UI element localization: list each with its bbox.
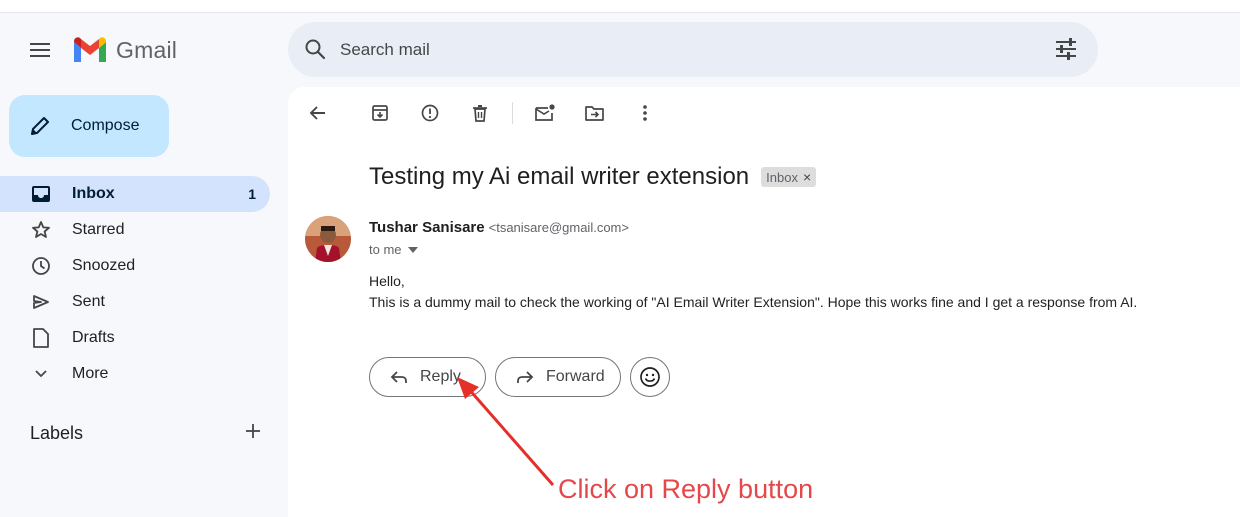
sidebar-item-drafts[interactable]: Drafts	[0, 320, 270, 356]
star-icon	[30, 219, 52, 241]
recipient-label: to me	[369, 242, 402, 257]
inbox-icon	[30, 183, 52, 205]
sidebar-item-sent[interactable]: Sent	[0, 284, 270, 320]
send-icon	[30, 291, 52, 313]
sidebar-item-label: Drafts	[72, 329, 115, 346]
archive-icon[interactable]	[368, 101, 392, 125]
sender-name[interactable]: Tushar Sanisare	[369, 219, 485, 236]
annotation-arrow-icon	[457, 377, 555, 486]
labels-title: Labels	[30, 423, 84, 443]
pencil-icon	[31, 117, 49, 135]
badge-label: Inbox	[766, 169, 798, 185]
sidebar-item-snoozed[interactable]: Snoozed	[0, 248, 270, 284]
unread-count: 1	[248, 186, 256, 202]
gmail-m-icon	[74, 37, 106, 62]
mark-unread-icon[interactable]	[533, 101, 557, 125]
sender-info: Tushar Sanisare <tsanisare@gmail.com>	[369, 219, 629, 236]
sidebar-item-label: Inbox	[72, 185, 115, 202]
search-input[interactable]	[338, 35, 1022, 65]
remove-label-icon[interactable]: ×	[803, 169, 811, 185]
search-icon[interactable]	[304, 38, 326, 65]
gmail-wordmark: Gmail	[116, 36, 178, 63]
sidebar-item-label: Starred	[72, 221, 125, 238]
chevron-down-icon	[30, 363, 52, 385]
smiley-icon	[640, 367, 660, 387]
caret-down-icon	[407, 246, 418, 253]
sidebar-item-inbox[interactable]: Inbox 1	[0, 176, 270, 212]
inbox-label-badge[interactable]: Inbox ×	[761, 167, 817, 187]
emoji-reaction-button[interactable]	[630, 357, 670, 397]
move-to-folder-icon[interactable]	[583, 101, 607, 125]
clock-icon	[30, 255, 52, 277]
sidebar-item-label: More	[72, 365, 109, 382]
draft-icon	[30, 327, 52, 349]
sender-email: <tsanisare@gmail.com>	[488, 220, 629, 235]
sidebar-item-starred[interactable]: Starred	[0, 212, 270, 248]
report-spam-icon[interactable]	[418, 101, 442, 125]
add-label-icon[interactable]	[244, 422, 262, 445]
recipient-details-toggle[interactable]: to me	[369, 242, 418, 257]
sidebar-item-label: Sent	[72, 293, 105, 310]
email-subject: Testing my Ai email writer extension	[369, 163, 750, 190]
toolbar-divider	[512, 102, 513, 124]
window-top-strip	[0, 0, 1240, 13]
sidebar-item-more[interactable]: More	[0, 356, 270, 392]
main-menu-icon[interactable]	[26, 36, 54, 64]
email-body-text: This is a dummy mail to check the workin…	[369, 294, 1138, 310]
message-panel: Testing my Ai email writer extension Inb…	[288, 87, 1240, 517]
search-options-icon[interactable]	[1054, 37, 1078, 66]
labels-section-header: Labels	[30, 422, 262, 445]
message-toolbar	[306, 101, 657, 125]
search-bar[interactable]	[288, 22, 1098, 77]
gmail-logo[interactable]: Gmail	[72, 36, 177, 64]
email-subject-row: Testing my Ai email writer extension Inb…	[369, 163, 817, 191]
reply-icon	[390, 371, 407, 383]
compose-label: Compose	[71, 117, 140, 134]
annotation-text: Click on Reply button	[558, 474, 814, 504]
email-body-greeting: Hello,	[369, 273, 405, 289]
sidebar-item-label: Snoozed	[72, 257, 136, 274]
sidebar-nav: Inbox 1 Starred Snoozed Sent Drafts More	[0, 176, 270, 392]
more-vert-icon[interactable]	[633, 101, 657, 125]
compose-button[interactable]: Compose	[9, 95, 169, 157]
back-arrow-icon[interactable]	[306, 101, 330, 125]
sender-avatar[interactable]	[305, 216, 351, 262]
delete-icon[interactable]	[468, 101, 492, 125]
